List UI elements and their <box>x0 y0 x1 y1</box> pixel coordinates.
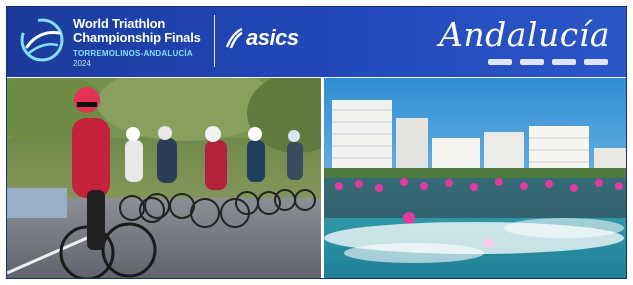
partner-logo <box>552 59 576 65</box>
event-title: World Triathlon Championship Finals TORR… <box>73 16 201 69</box>
event-banner: World Triathlon Championship Finals TORR… <box>7 7 626 77</box>
event-title-line2: Championship Finals <box>73 30 201 45</box>
event-title-line1: World Triathlon <box>73 16 166 31</box>
partner-logo <box>488 59 512 65</box>
partner-logo <box>584 59 608 65</box>
event-location: TORREMOLINOS-ANDALUCÍA <box>73 49 193 58</box>
partner-logos <box>488 59 608 65</box>
region-logo: Andalucía <box>439 15 610 54</box>
sponsor-name: asics <box>246 25 299 50</box>
sponsor-logo: asics <box>225 25 299 51</box>
partner-logo <box>520 59 544 65</box>
cycling-photo <box>7 78 321 278</box>
swimming-photo <box>324 78 626 278</box>
event-year: 2024 <box>73 59 91 68</box>
triathlon-logo-icon <box>20 18 64 62</box>
banner-divider <box>214 15 215 67</box>
promo-frame: World Triathlon Championship Finals TORR… <box>6 6 627 279</box>
asics-stripes-icon <box>225 27 243 49</box>
